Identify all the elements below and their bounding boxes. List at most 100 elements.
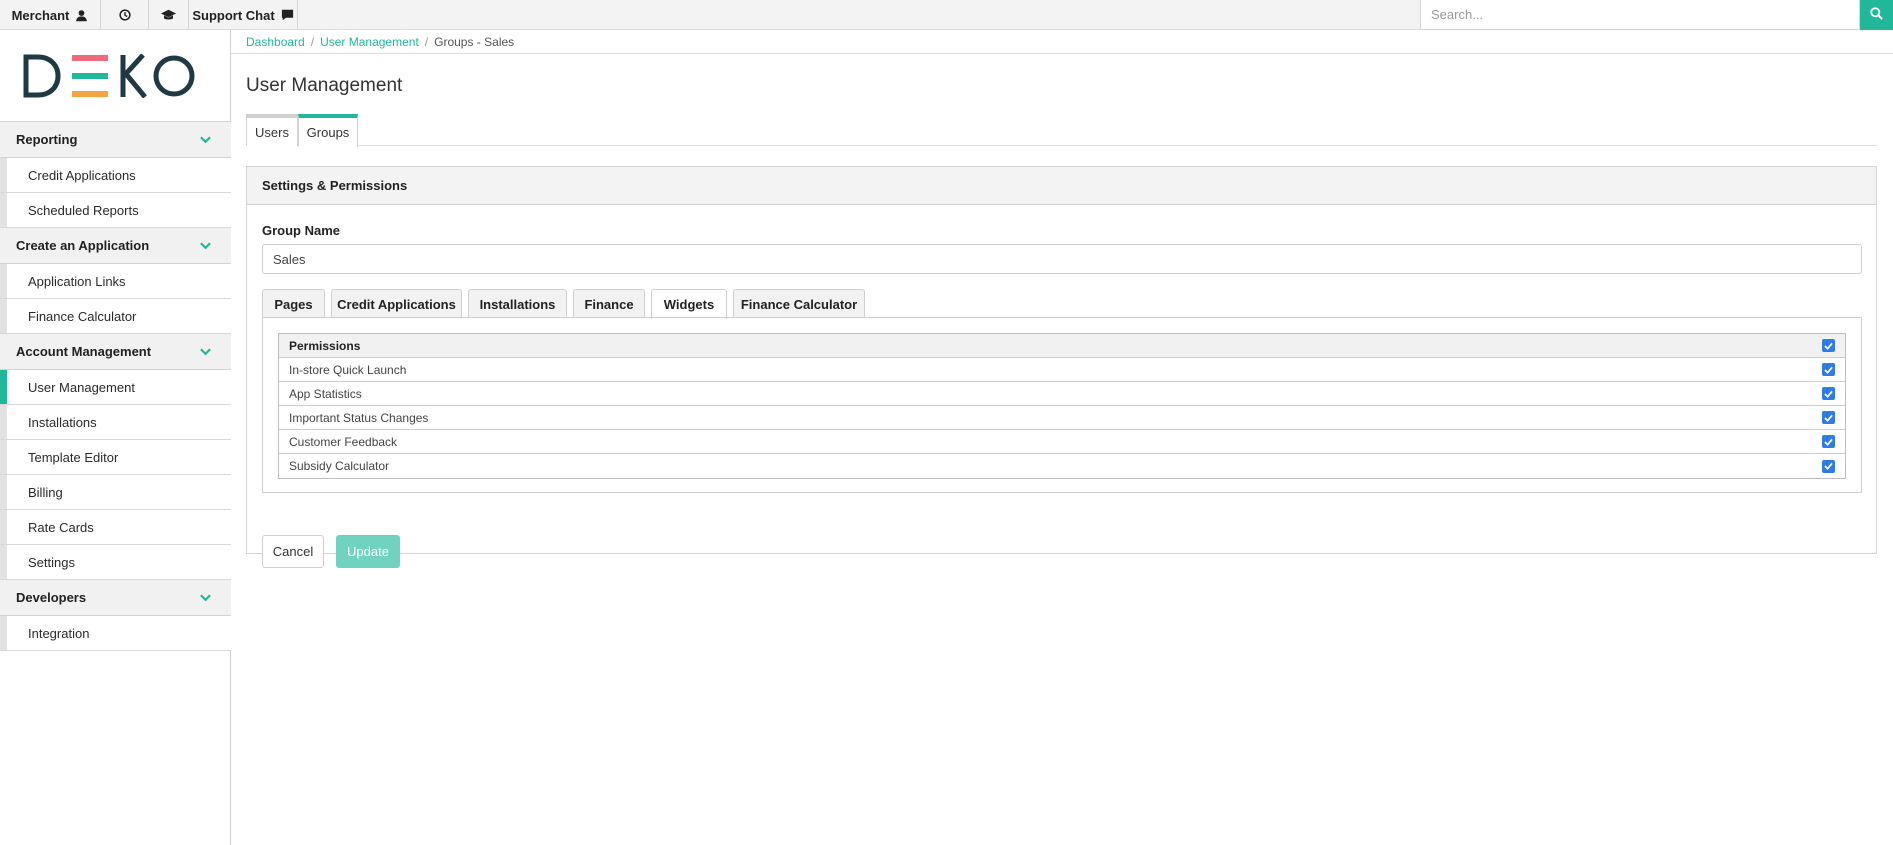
sidebar: Reporting Credit Applications Scheduled … <box>0 30 231 845</box>
permission-row: Important Status Changes <box>279 406 1845 430</box>
sidebar-item-label: Integration <box>28 625 90 641</box>
checkmark-icon <box>1824 366 1833 374</box>
support-chat-label: Support Chat <box>192 7 275 23</box>
main-content: Dashboard / User Management / Groups - S… <box>231 30 1893 845</box>
sidebar-item-rate-cards[interactable]: Rate Cards <box>0 510 231 545</box>
permission-label: In-store Quick Launch <box>289 362 407 377</box>
sidebar-item-installations[interactable]: Installations <box>0 405 231 440</box>
checkmark-icon <box>1824 462 1833 470</box>
tab-groups[interactable]: Groups <box>298 114 358 147</box>
permission-checkbox[interactable] <box>1822 363 1835 376</box>
nav-group-label: Create an Application <box>16 238 150 253</box>
chevron-down-icon <box>200 344 211 359</box>
sidebar-item-credit-applications[interactable]: Credit Applications <box>0 158 231 193</box>
breadcrumb-separator: / <box>310 34 315 49</box>
chat-bubble-icon <box>281 9 294 21</box>
nav-group-label: Reporting <box>16 132 78 147</box>
breadcrumb-link-dashboard[interactable]: Dashboard <box>246 35 305 49</box>
breadcrumb-current: Groups - Sales <box>434 34 515 49</box>
sidebar-item-label: User Management <box>28 379 135 395</box>
nav-group-reporting[interactable]: Reporting <box>0 122 231 158</box>
history-button[interactable] <box>101 0 149 30</box>
panel-title: Settings & Permissions <box>247 167 1876 205</box>
tab-installations[interactable]: Installations <box>468 289 567 318</box>
search-input[interactable] <box>1420 0 1860 30</box>
permission-row: Customer Feedback <box>279 430 1845 454</box>
sidebar-item-label: Credit Applications <box>28 167 136 183</box>
sidebar-item-settings[interactable]: Settings <box>0 545 231 580</box>
merchant-label: Merchant <box>11 7 70 23</box>
top-bar: Merchant Support Chat <box>0 0 1893 30</box>
breadcrumb: Dashboard / User Management / Groups - S… <box>231 30 1893 54</box>
support-chat-button[interactable]: Support Chat <box>189 0 298 30</box>
permissions-header-row: Permissions <box>279 334 1845 358</box>
checkmark-icon <box>1824 414 1833 422</box>
sidebar-item-label: Billing <box>28 484 63 500</box>
chevron-down-icon <box>200 590 211 605</box>
update-button[interactable]: Update <box>336 535 400 568</box>
page-title: User Management <box>246 75 403 96</box>
sidebar-item-integration[interactable]: Integration <box>0 616 231 651</box>
tab-credit-applications[interactable]: Credit Applications <box>331 289 462 318</box>
permission-checkbox[interactable] <box>1822 387 1835 400</box>
sidebar-item-user-management[interactable]: User Management <box>0 370 231 405</box>
tab-pages[interactable]: Pages <box>262 289 325 318</box>
tab-widgets[interactable]: Widgets <box>651 289 727 319</box>
checkmark-icon <box>1824 342 1833 350</box>
sidebar-item-finance-calculator[interactable]: Finance Calculator <box>0 299 231 334</box>
group-name-label: Group Name <box>262 223 341 238</box>
tab-users[interactable]: Users <box>246 114 298 146</box>
permission-label: App Statistics <box>289 386 362 401</box>
nav-group-label: Developers <box>16 590 87 605</box>
cancel-button[interactable]: Cancel <box>262 535 324 568</box>
sidebar-item-template-editor[interactable]: Template Editor <box>0 440 231 475</box>
clock-icon <box>118 9 131 21</box>
permission-label: Important Status Changes <box>289 410 429 425</box>
sidebar-item-label: Finance Calculator <box>28 308 137 324</box>
checkmark-icon <box>1824 438 1833 446</box>
sidebar-item-label: Settings <box>28 554 75 570</box>
breadcrumb-separator: / <box>424 34 429 49</box>
deko-logo-mark <box>23 53 195 99</box>
sidebar-nav: Reporting Credit Applications Scheduled … <box>0 121 231 651</box>
breadcrumb-link-user-management[interactable]: User Management <box>320 35 419 49</box>
sidebar-item-label: Rate Cards <box>28 519 94 535</box>
tab-finance[interactable]: Finance <box>573 289 645 318</box>
permission-checkbox[interactable] <box>1822 459 1835 473</box>
group-name-field[interactable] <box>262 244 1862 274</box>
permission-row: Subsidy Calculator <box>279 454 1845 478</box>
permission-row: App Statistics <box>279 382 1845 406</box>
permission-label: Subsidy Calculator <box>289 459 390 473</box>
nav-group-developers[interactable]: Developers <box>0 580 231 616</box>
chevron-down-icon <box>200 238 211 253</box>
sidebar-item-billing[interactable]: Billing <box>0 475 231 510</box>
permissions-header-label: Permissions <box>289 338 361 353</box>
permissions-table: Permissions In-store Quick Launch App St… <box>278 333 1846 479</box>
permission-label: Customer Feedback <box>289 434 398 449</box>
settings-permissions-panel: Settings & Permissions Group Name Pages … <box>246 166 1877 568</box>
permissions-container: Permissions In-store Quick Launch App St… <box>262 317 1862 493</box>
select-all-checkbox[interactable] <box>1822 339 1835 352</box>
deko-logo[interactable] <box>22 53 198 101</box>
sidebar-item-label: Template Editor <box>28 449 119 465</box>
sidebar-item-scheduled-reports[interactable]: Scheduled Reports <box>0 193 231 228</box>
page-tabs: Users Groups <box>246 114 1877 147</box>
nav-group-account-management[interactable]: Account Management <box>0 334 231 370</box>
permission-checkbox[interactable] <box>1822 435 1835 448</box>
sidebar-item-label: Application Links <box>28 273 126 289</box>
search-button[interactable] <box>1860 0 1893 30</box>
tab-finance-calculator[interactable]: Finance Calculator <box>733 289 865 318</box>
sidebar-item-label: Scheduled Reports <box>28 202 139 218</box>
merchant-menu[interactable]: Merchant <box>0 0 101 30</box>
graduation-cap-icon <box>161 9 176 21</box>
chevron-down-icon <box>200 132 211 147</box>
training-button[interactable] <box>149 0 189 30</box>
nav-group-label: Account Management <box>16 344 152 359</box>
user-icon <box>75 9 88 22</box>
sidebar-item-application-links[interactable]: Application Links <box>0 264 231 299</box>
checkmark-icon <box>1824 390 1833 398</box>
sidebar-item-label: Installations <box>28 414 97 430</box>
search-icon <box>1870 7 1883 23</box>
permission-checkbox[interactable] <box>1822 411 1835 424</box>
nav-group-create-an-application[interactable]: Create an Application <box>0 228 231 264</box>
